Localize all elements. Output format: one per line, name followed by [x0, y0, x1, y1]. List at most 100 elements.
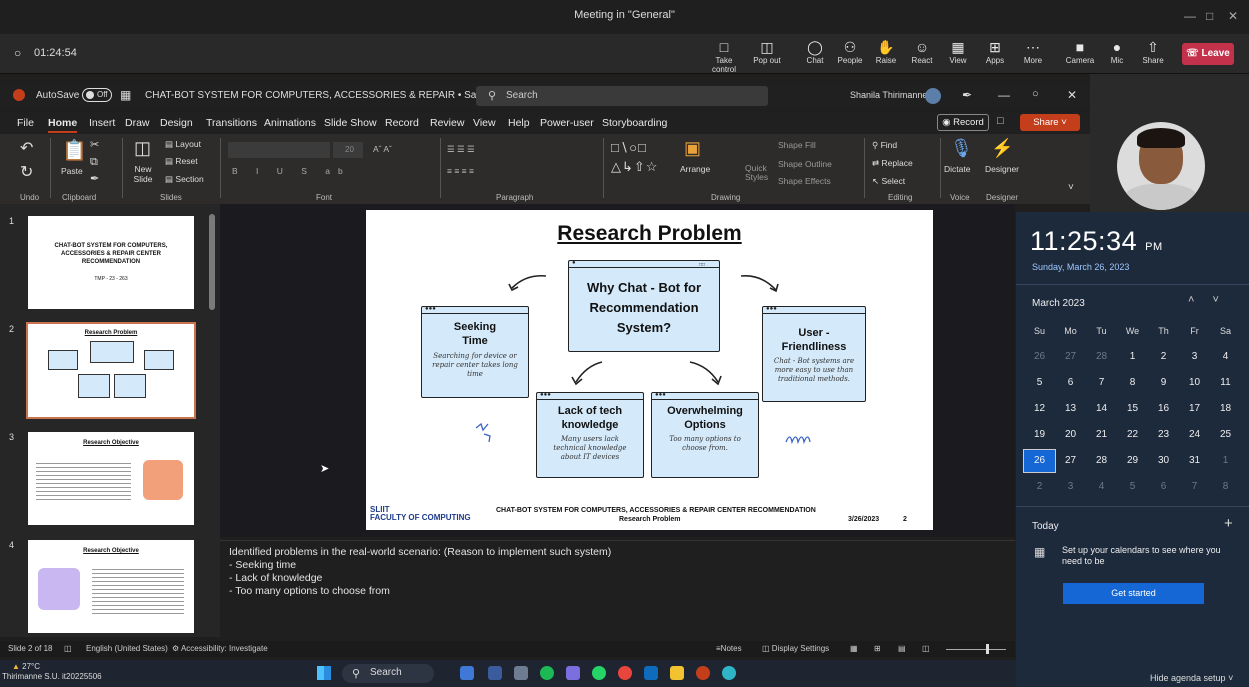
arrange-button[interactable]: Arrange [680, 164, 710, 174]
calendar-day[interactable]: 29 [1117, 450, 1148, 472]
tab-animations[interactable]: Animations [264, 117, 316, 129]
calendar-day[interactable]: 5 [1117, 476, 1148, 498]
more-button[interactable]: ⋯ More [1014, 38, 1052, 65]
pen-icon[interactable]: ✒ [962, 88, 972, 102]
minimize-icon[interactable]: — [1184, 9, 1196, 23]
calendar-day[interactable]: 5 [1024, 372, 1055, 394]
calendar-day[interactable]: 1 [1210, 450, 1241, 472]
tab-record[interactable]: Record [385, 117, 419, 129]
raise-hand-button[interactable]: ✋ Raise [867, 38, 905, 65]
chat-button[interactable]: ◯ Chat [796, 38, 834, 65]
calendar-day[interactable]: 8 [1210, 476, 1241, 498]
mic-button[interactable]: ● Mic [1098, 38, 1136, 65]
calendar-day[interactable]: 14 [1086, 398, 1117, 420]
notes-toggle[interactable]: ≡Notes [716, 644, 742, 653]
calendar-day[interactable]: 16 [1148, 398, 1179, 420]
windows-start-icon[interactable] [317, 666, 331, 680]
spellcheck-icon[interactable]: ◫ [64, 644, 72, 653]
calendar-day[interactable]: 12 [1024, 398, 1055, 420]
ppt-search-box[interactable]: ⚲ Search [476, 86, 768, 106]
format-painter-icon[interactable]: ✒ [90, 172, 99, 185]
calendar-month[interactable]: March 2023 [1032, 298, 1085, 309]
slide-thumbnail-1[interactable]: CHAT-BOT SYSTEM FOR COMPUTERS, ACCESSORI… [28, 216, 194, 309]
align-icon[interactable]: ≡ ≡ ≡ ≡ [447, 166, 474, 176]
autosave-toggle[interactable]: Off [82, 88, 112, 102]
calendar-day[interactable]: 2 [1024, 476, 1055, 498]
tab-storyboarding[interactable]: Storyboarding [602, 117, 667, 129]
slack-icon[interactable] [566, 666, 580, 680]
layout-button[interactable]: ▤ Layout [165, 139, 201, 150]
calendar-day[interactable]: 27 [1055, 346, 1086, 368]
shape-fill-button[interactable]: Shape Fill [778, 140, 816, 150]
tab-insert[interactable]: Insert [89, 117, 115, 129]
ppt-close-icon[interactable]: ✕ [1067, 88, 1077, 102]
calendar-day[interactable]: 20 [1055, 424, 1086, 446]
calendar-day[interactable]: 28 [1086, 450, 1117, 472]
calendar-day[interactable]: 6 [1148, 476, 1179, 498]
calendar-day[interactable]: 13 [1055, 398, 1086, 420]
record-button[interactable]: ◉ Record [937, 114, 989, 131]
find-button[interactable]: ⚲ Find [872, 140, 897, 151]
reading-view-icon[interactable]: ▤ [898, 644, 906, 653]
save-icon[interactable]: ▦ [120, 88, 131, 102]
slideshow-icon[interactable]: ◫ [922, 644, 930, 653]
font-format-buttons[interactable]: B I U S ab [232, 166, 351, 176]
calendar-day[interactable]: 7 [1179, 476, 1210, 498]
spotify-icon[interactable] [540, 666, 554, 680]
restore-icon[interactable]: □ [1206, 9, 1213, 23]
speaker-notes[interactable]: Identified problems in the real-world sc… [220, 540, 1015, 637]
chrome-icon[interactable] [618, 666, 632, 680]
close-icon[interactable]: ✕ [1228, 9, 1238, 23]
calendar-day[interactable]: 1 [1117, 346, 1148, 368]
reset-button[interactable]: ▤ Reset [165, 156, 198, 167]
avatar[interactable] [925, 88, 941, 104]
calendar-day[interactable]: 15 [1117, 398, 1148, 420]
user-name[interactable]: Shanila Thirimanne [850, 90, 927, 100]
tab-view[interactable]: View [473, 117, 496, 129]
ppt-restore-icon[interactable]: ○ [1032, 88, 1039, 100]
calendar-nav[interactable]: ˄˅ [1188, 294, 1237, 306]
ribbon-collapse-icon[interactable]: ˅ [1068, 182, 1074, 193]
hide-agenda-link[interactable]: Hide agenda setup ˅ [1150, 673, 1233, 683]
language-status[interactable]: English (United States) [86, 644, 168, 653]
calendar-day[interactable]: 28 [1086, 346, 1117, 368]
calendar-day[interactable]: 8 [1117, 372, 1148, 394]
react-button[interactable]: ☺ React [903, 38, 941, 65]
weather-widget[interactable]: ▲ 27°C Thirimanne S.U. it20225506 [2, 662, 102, 682]
tab-transitions[interactable]: Transitions [206, 117, 257, 129]
calendar-day[interactable]: 17 [1179, 398, 1210, 420]
new-slide-icon[interactable]: ◫ [134, 138, 151, 159]
calendar-day[interactable]: 2 [1148, 346, 1179, 368]
calendar-day[interactable]: 22 [1117, 424, 1148, 446]
shapes-gallery-icon[interactable]: □∖○□ [611, 140, 647, 156]
undo-icon[interactable]: ↶ [20, 138, 33, 158]
arrange-icon[interactable]: ▣ [684, 138, 701, 159]
calendar-day[interactable]: 9 [1148, 372, 1179, 394]
paste-button[interactable]: Paste [61, 166, 83, 176]
calendar-day[interactable]: 25 [1210, 424, 1241, 446]
folder-icon[interactable] [670, 666, 684, 680]
shape-outline-button[interactable]: Shape Outline [778, 159, 832, 169]
paste-icon[interactable]: 📋 [62, 138, 87, 163]
font-name-combobox[interactable] [228, 142, 330, 158]
calendar-day[interactable]: 6 [1055, 372, 1086, 394]
tab-review[interactable]: Review [430, 117, 464, 129]
bullets-icon[interactable]: ☰ ☰ ☰ [447, 144, 475, 155]
calendar-day[interactable]: 3 [1179, 346, 1210, 368]
tab-power-user[interactable]: Power-user [540, 117, 594, 129]
calendar-day[interactable]: 10 [1179, 372, 1210, 394]
section-button[interactable]: ▤ Section [165, 174, 204, 185]
teams-icon[interactable] [488, 666, 502, 680]
get-started-button[interactable]: Get started [1063, 583, 1204, 604]
people-button[interactable]: ⚇ People [831, 38, 869, 65]
calendar-day[interactable]: 24 [1179, 424, 1210, 446]
comments-icon[interactable]: □ [997, 115, 1004, 127]
clock-date[interactable]: Sunday, March 26, 2023 [1032, 262, 1129, 272]
calendar-day[interactable]: 4 [1086, 476, 1117, 498]
redo-icon[interactable]: ↻ [20, 162, 33, 182]
dictate-button[interactable]: Dictate [944, 164, 970, 174]
cut-icon[interactable]: ✂ [90, 138, 99, 151]
outlook-icon[interactable] [644, 666, 658, 680]
designer-button[interactable]: Designer [985, 164, 1019, 174]
calendar-day[interactable]: 21 [1086, 424, 1117, 446]
